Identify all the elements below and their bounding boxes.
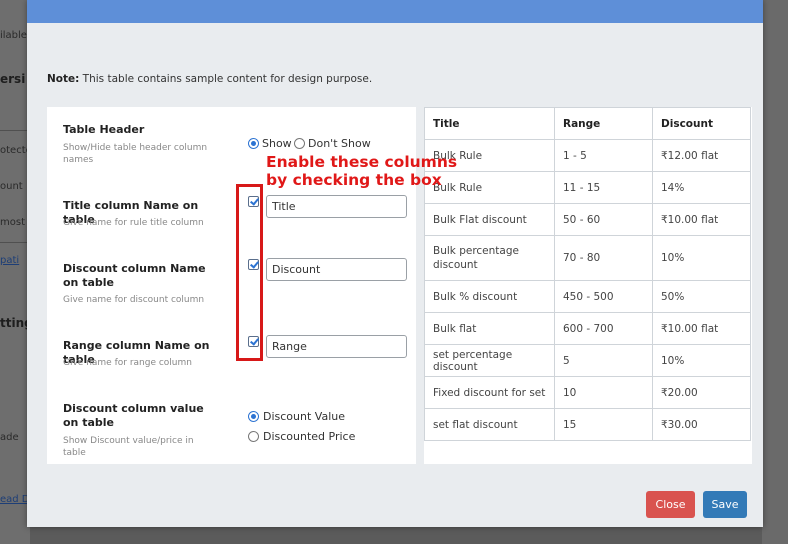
table-cell: Bulk Flat discount [424, 203, 555, 236]
table-cell: 5 [554, 344, 653, 377]
title-column-help: Give name for rule title column [63, 218, 204, 228]
background-text: ilable [0, 30, 27, 41]
dont-show-header-label[interactable]: Don't Show [308, 137, 371, 150]
table-cell: 10 [554, 376, 653, 409]
background-text: otecte [0, 145, 28, 156]
discount-column-help: Give name for discount column [63, 295, 205, 305]
annotation-line-2: by checking the box [266, 171, 442, 189]
table-settings-modal: Note: This table contains sample content… [27, 0, 763, 527]
table-row: Fixed discount for set 10 ₹20.00 [424, 376, 751, 409]
table-cell: 50% [652, 280, 751, 313]
table-row: Bulk Flat discount 50 - 60 ₹10.00 flat [424, 203, 751, 236]
table-header-row: Title Range Discount [424, 107, 751, 140]
table-cell: set flat discount [424, 408, 555, 441]
table-cell: 50 - 60 [554, 203, 653, 236]
table-row: Bulk flat 600 - 700 ₹10.00 flat [424, 312, 751, 345]
table-cell: 10% [652, 344, 751, 377]
annotation-highlight-box [236, 184, 263, 361]
background-text: most r [0, 217, 28, 228]
sample-table-panel: Title Range Discount Bulk Rule 1 - 5 ₹12… [424, 107, 752, 464]
background-link[interactable]: pati [0, 255, 28, 266]
note-text: This table contains sample content for d… [79, 73, 373, 85]
background-link[interactable]: ead D [0, 494, 28, 505]
note-label: Note: [47, 73, 80, 85]
table-cell: 11 - 15 [554, 171, 653, 204]
annotation-line-1: Enable these columns [266, 153, 458, 171]
show-header-radio[interactable] [248, 138, 259, 149]
discount-column-label: Discount column Name on table [63, 262, 206, 289]
table-cell: 10% [652, 235, 751, 281]
modal-header-bar [27, 0, 763, 23]
table-cell: 450 - 500 [554, 280, 653, 313]
discount-value-label: Discount column value on table [63, 402, 204, 429]
discount-value-option-label[interactable]: Discount Value [263, 410, 345, 423]
table-cell: 600 - 700 [554, 312, 653, 345]
table-row: Bulk percentage discount 70 - 80 10% [424, 235, 751, 281]
save-button[interactable]: Save [703, 491, 747, 518]
close-button[interactable]: Close [646, 491, 695, 518]
background-heading: ersi [0, 72, 26, 86]
annotation-callout: Enable these columns by checking the box [266, 153, 457, 189]
table-header-help: Show/Hide table header column names [63, 143, 208, 165]
discount-value-radio[interactable] [248, 411, 259, 422]
table-cell: Fixed discount for set [424, 376, 555, 409]
table-cell: 1 - 5 [554, 139, 653, 172]
discount-value-help: Show Discount value/price in table [63, 436, 194, 458]
dont-show-header-radio[interactable] [294, 138, 305, 149]
sample-discount-table: Title Range Discount Bulk Rule 1 - 5 ₹12… [424, 107, 751, 441]
table-cell: ₹30.00 [652, 408, 751, 441]
table-cell: set percentage discount [424, 344, 555, 377]
table-row: Bulk Rule 1 - 5 ₹12.00 flat [424, 139, 751, 172]
table-row: Bulk Rule 11 - 15 14% [424, 171, 751, 204]
table-cell: ₹12.00 flat [652, 139, 751, 172]
table-row: set flat discount 15 ₹30.00 [424, 408, 751, 441]
table-header-cell: Title [424, 107, 555, 140]
background-divider [0, 130, 30, 131]
show-header-label[interactable]: Show [262, 137, 292, 150]
table-row: set percentage discount 5 10% [424, 344, 751, 377]
range-column-input[interactable] [266, 335, 407, 358]
table-cell: ₹20.00 [652, 376, 751, 409]
discounted-price-option-label[interactable]: Discounted Price [263, 430, 355, 443]
table-cell: 14% [652, 171, 751, 204]
table-cell: ₹10.00 flat [652, 203, 751, 236]
design-note: Note: This table contains sample content… [47, 73, 372, 85]
table-cell: 70 - 80 [554, 235, 653, 281]
table-header-cell: Discount [652, 107, 751, 140]
table-header-cell: Range [554, 107, 653, 140]
background-text: ade [0, 432, 19, 443]
table-cell: Bulk % discount [424, 280, 555, 313]
table-cell: 15 [554, 408, 653, 441]
table-row: Bulk % discount 450 - 500 50% [424, 280, 751, 313]
table-header-label: Table Header [63, 123, 145, 136]
table-cell: Bulk flat [424, 312, 555, 345]
background-heading: tting [0, 316, 28, 330]
discounted-price-radio[interactable] [248, 431, 259, 442]
background-page-right [762, 0, 788, 544]
background-text: ount [0, 181, 23, 192]
background-divider [0, 242, 30, 243]
discount-column-input[interactable] [266, 258, 407, 281]
table-cell: ₹10.00 flat [652, 312, 751, 345]
title-column-input[interactable] [266, 195, 407, 218]
range-column-help: Give name for range column [63, 358, 192, 368]
table-cell: Bulk percentage discount [424, 235, 555, 281]
